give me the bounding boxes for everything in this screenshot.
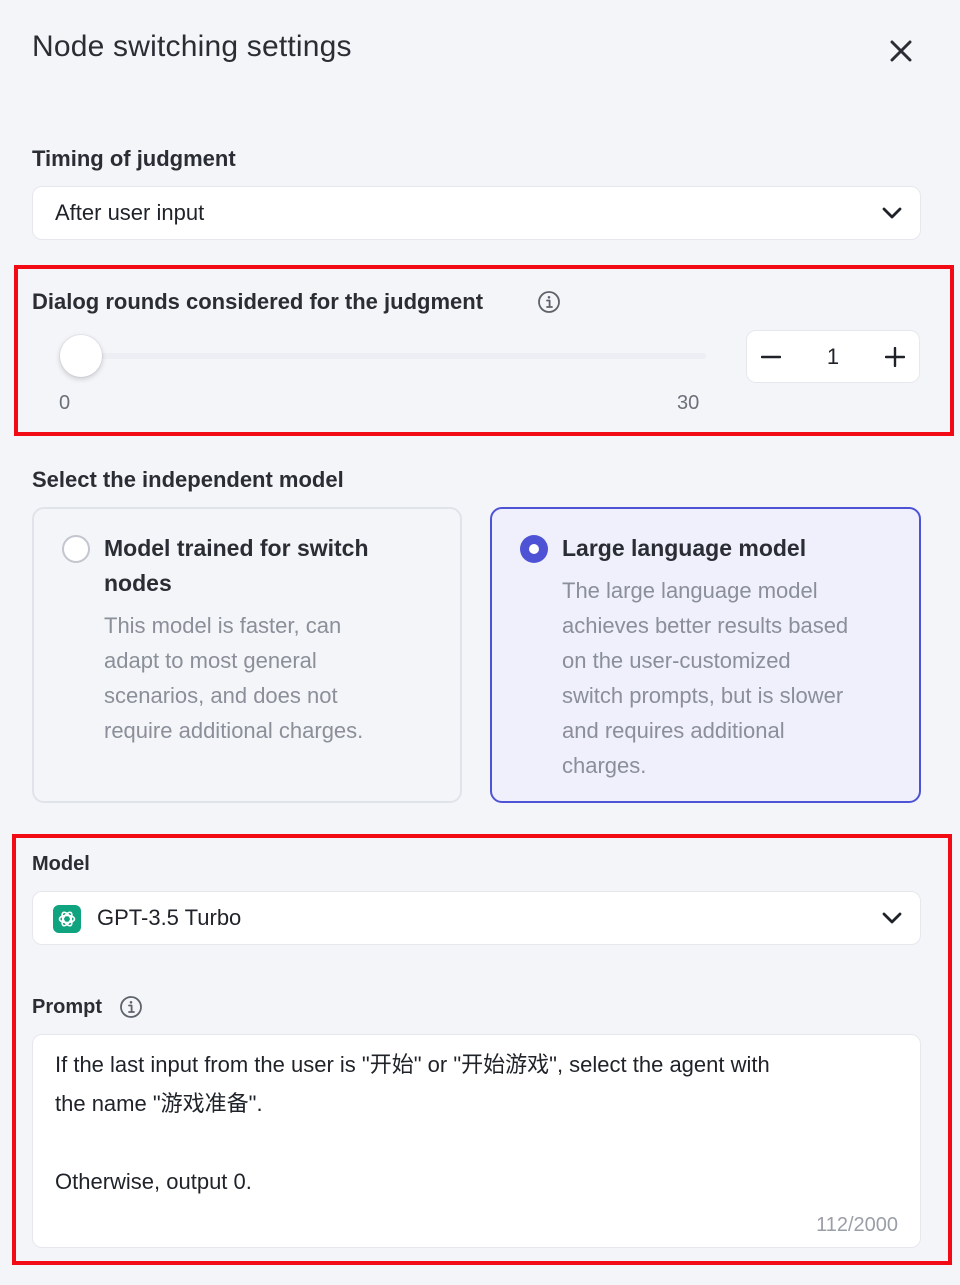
prompt-text[interactable]: If the last input from the user is "开始" … [55,1045,898,1201]
dialog-rounds-value[interactable]: 1 [795,331,871,382]
timing-select-value: After user input [55,200,205,225]
prompt-textarea[interactable]: If the last input from the user is "开始" … [32,1034,921,1248]
model-select-value: GPT-3.5 Turbo [97,905,242,930]
prompt-label: Prompt [32,996,102,1018]
slider-max-label: 30 [677,392,700,414]
timing-select[interactable]: After user input [32,186,921,240]
minus-icon [761,355,781,358]
dialog-rounds-slider-thumb[interactable] [60,335,102,377]
close-button[interactable] [880,30,922,72]
model-label: Model [32,853,90,875]
radio-unselected[interactable] [62,535,90,563]
option-title: Model trained for switch nodes [104,535,369,596]
decrement-button[interactable] [747,331,795,382]
slider-min-label: 0 [59,392,71,414]
close-icon [890,40,912,62]
model-select[interactable]: GPT-3.5 Turbo [32,891,921,945]
option-description: This model is faster, can adapt to most … [104,613,364,743]
model-option-large-language-model[interactable]: Large language model The large language … [490,507,921,803]
timing-label: Timing of judgment [32,146,236,171]
info-icon[interactable] [537,290,561,314]
dialog-rounds-stepper: 1 [746,330,920,383]
dialog-rounds-slider-track[interactable] [60,353,706,359]
chevron-down-icon [882,912,902,924]
character-counter: 112/2000 [816,1214,898,1236]
option-title: Large language model [562,535,807,561]
chevron-down-icon [882,207,902,219]
openai-icon [53,905,81,933]
independent-model-label: Select the independent model [32,467,344,492]
dialog-rounds-label: Dialog rounds considered for the judgmen… [32,289,484,314]
page-title: Node switching settings [32,30,352,63]
increment-button[interactable] [871,331,919,382]
info-icon[interactable] [119,995,143,1019]
model-option-switch-nodes[interactable]: Model trained for switch nodes This mode… [32,507,462,803]
plus-icon [885,346,905,367]
option-description: The large language model achieves better… [562,578,849,778]
radio-selected[interactable] [520,535,548,563]
